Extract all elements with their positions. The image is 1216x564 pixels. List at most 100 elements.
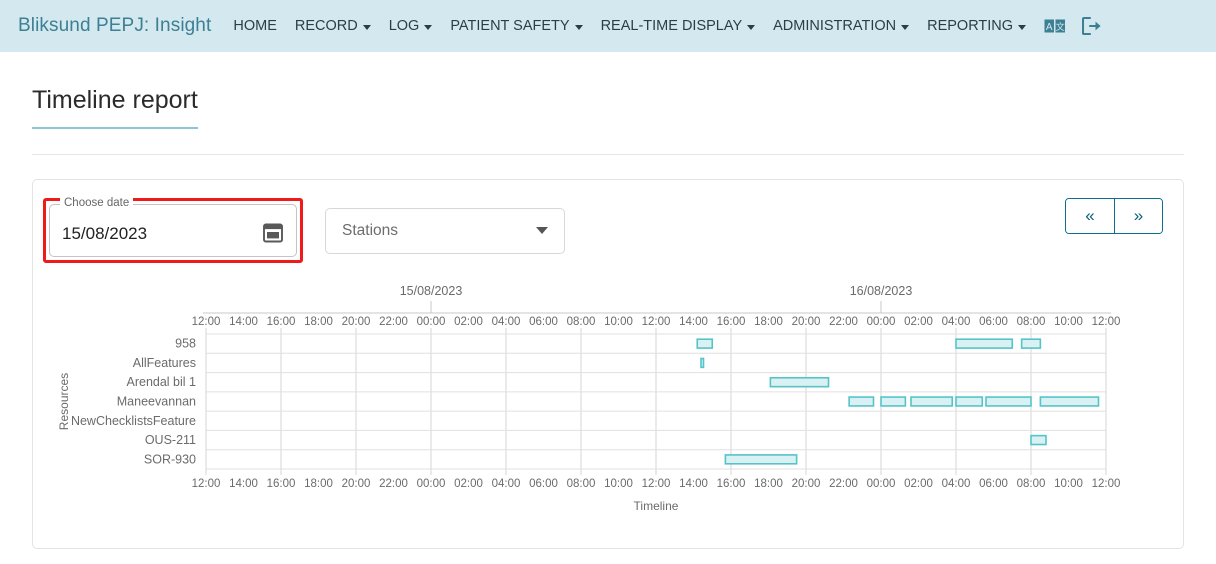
nav-item-record[interactable]: RECORD bbox=[295, 18, 371, 34]
timeline-nav-buttons: « » bbox=[1065, 198, 1163, 234]
timeline-bar[interactable] bbox=[955, 338, 1014, 349]
x-tick-label-bottom: 18:00 bbox=[304, 478, 333, 490]
x-tick-label-top: 00:00 bbox=[867, 316, 896, 328]
top-navbar: Bliksund PEPJ: Insight HOME RECORD LOG P… bbox=[0, 0, 1216, 52]
nav-label: ADMINISTRATION bbox=[773, 18, 897, 34]
timeline-bar[interactable] bbox=[769, 376, 830, 388]
nav-item-home[interactable]: HOME bbox=[233, 18, 277, 34]
app-brand[interactable]: Bliksund PEPJ: Insight bbox=[18, 15, 211, 37]
chevron-down-icon bbox=[536, 227, 548, 234]
calendar-icon[interactable] bbox=[262, 221, 284, 248]
x-tick-label-top: 06:00 bbox=[529, 316, 558, 328]
resource-row-label: Arendal bil 1 bbox=[127, 375, 197, 389]
x-tick-label-top: 18:00 bbox=[754, 316, 783, 328]
x-tick-label-bottom: 20:00 bbox=[342, 478, 371, 490]
x-tick-label-top: 12:00 bbox=[1092, 316, 1121, 328]
resource-row-label: 958 bbox=[175, 337, 196, 351]
timeline-bar[interactable] bbox=[848, 396, 875, 407]
date-input-value[interactable]: 15/08/2023 bbox=[62, 218, 147, 244]
chevron-down-icon bbox=[747, 24, 756, 30]
x-tick-label-top: 12:00 bbox=[642, 316, 671, 328]
chevron-down-icon bbox=[424, 24, 433, 30]
x-tick-label-bottom: 20:00 bbox=[792, 478, 821, 490]
x-tick-label-bottom: 10:00 bbox=[1054, 478, 1083, 490]
resource-row-label: SOR-930 bbox=[144, 452, 196, 466]
stations-select-value: Stations bbox=[342, 221, 399, 239]
nav-label: PATIENT SAFETY bbox=[450, 18, 570, 34]
nav-item-reporting[interactable]: REPORTING bbox=[927, 18, 1027, 34]
timeline-bar[interactable] bbox=[724, 454, 798, 465]
chevron-down-icon bbox=[901, 24, 910, 30]
y-axis-title: Resources bbox=[57, 373, 71, 430]
nav-label: LOG bbox=[388, 18, 420, 34]
timeline-bar[interactable] bbox=[700, 357, 705, 369]
x-tick-label-bottom: 04:00 bbox=[942, 478, 971, 490]
x-tick-label-bottom: 16:00 bbox=[717, 478, 746, 490]
svg-text:A: A bbox=[1046, 22, 1053, 33]
date-picker-highlight: Choose date 15/08/2023 bbox=[43, 197, 303, 263]
x-tick-label-bottom: 22:00 bbox=[829, 478, 858, 490]
x-tick-label-top: 00:00 bbox=[417, 316, 446, 328]
nav-item-administration[interactable]: ADMINISTRATION bbox=[773, 18, 910, 34]
x-tick-label-bottom: 14:00 bbox=[679, 478, 708, 490]
stations-select[interactable]: Stations bbox=[325, 207, 565, 254]
timeline-bar[interactable] bbox=[1030, 434, 1047, 446]
controls-bar: Choose date 15/08/2023 Stations « » bbox=[33, 180, 1183, 263]
x-tick-label-top: 04:00 bbox=[942, 316, 971, 328]
x-tick-label-top: 20:00 bbox=[342, 316, 371, 328]
x-tick-label-bottom: 16:00 bbox=[267, 478, 296, 490]
timeline-bar[interactable] bbox=[880, 396, 907, 407]
next-button[interactable]: » bbox=[1114, 199, 1162, 233]
x-tick-label-top: 14:00 bbox=[229, 316, 258, 328]
x-tick-label-bottom: 08:00 bbox=[567, 478, 596, 490]
x-tick-label-top: 08:00 bbox=[567, 316, 596, 328]
timeline-chart-svg: 15/08/2023 16/08/2023 12:00 12:00 14:00 14:00… bbox=[57, 284, 1121, 513]
page-body: Timeline report Choose date 15/08/2023 S… bbox=[0, 52, 1216, 549]
page-title: Timeline report bbox=[32, 86, 198, 129]
x-tick-label-top: 10:00 bbox=[604, 316, 633, 328]
x-tick-label-top: 08:00 bbox=[1017, 316, 1046, 328]
language-icon[interactable]: A 文 bbox=[1044, 19, 1066, 34]
x-tick-label-bottom: 02:00 bbox=[454, 478, 483, 490]
x-tick-label-bottom: 12:00 bbox=[642, 478, 671, 490]
title-divider bbox=[32, 154, 1184, 155]
x-tick-label-top: 14:00 bbox=[679, 316, 708, 328]
timeline-bar[interactable] bbox=[985, 396, 1032, 407]
x-tick-label-bottom: 04:00 bbox=[492, 478, 521, 490]
x-tick-label-top: 22:00 bbox=[379, 316, 408, 328]
timeline-chart: 15/08/2023 16/08/2023 12:00 12:00 14:00 14:00… bbox=[33, 281, 1133, 541]
resource-row-label: Maneevannan bbox=[117, 395, 196, 409]
chevron-down-icon bbox=[1018, 24, 1027, 30]
nav-label: RECORD bbox=[294, 18, 358, 34]
date-header-label: 16/08/2023 bbox=[850, 284, 913, 298]
timeline-bar[interactable] bbox=[1039, 396, 1100, 407]
x-tick-label-top: 06:00 bbox=[979, 316, 1008, 328]
x-tick-label-bottom: 18:00 bbox=[754, 478, 783, 490]
x-tick-label-top: 18:00 bbox=[304, 316, 333, 328]
timeline-bar[interactable] bbox=[1020, 338, 1042, 349]
x-tick-label-top: 16:00 bbox=[267, 316, 296, 328]
x-tick-label-top: 20:00 bbox=[792, 316, 821, 328]
nav-item-real-time-display[interactable]: REAL-TIME DISPLAY bbox=[601, 18, 756, 34]
timeline-bar[interactable] bbox=[955, 396, 984, 407]
date-header-label: 15/08/2023 bbox=[400, 284, 463, 298]
x-tick-label-top: 12:00 bbox=[192, 316, 221, 328]
choose-date-field[interactable]: Choose date 15/08/2023 bbox=[49, 197, 297, 257]
x-tick-label-bottom: 12:00 bbox=[192, 478, 221, 490]
nav-label: REPORTING bbox=[927, 18, 1014, 34]
x-tick-label-top: 02:00 bbox=[904, 316, 933, 328]
x-tick-label-bottom: 14:00 bbox=[229, 478, 258, 490]
timeline-bar[interactable] bbox=[910, 396, 954, 407]
resource-row-label: AllFeatures bbox=[133, 356, 196, 370]
x-tick-label-bottom: 08:00 bbox=[1017, 478, 1046, 490]
timeline-report-card: Choose date 15/08/2023 Stations « » 15/0… bbox=[32, 179, 1184, 549]
logout-icon[interactable] bbox=[1082, 17, 1102, 35]
x-tick-label-bottom: 22:00 bbox=[379, 478, 408, 490]
previous-button[interactable]: « bbox=[1066, 199, 1114, 233]
timeline-bar[interactable] bbox=[696, 338, 714, 349]
nav-label: HOME bbox=[233, 18, 277, 34]
nav-item-log[interactable]: LOG bbox=[389, 18, 433, 34]
nav-item-patient-safety[interactable]: PATIENT SAFETY bbox=[450, 18, 583, 34]
x-tick-label-bottom: 12:00 bbox=[1092, 478, 1121, 490]
nav-label: REAL-TIME DISPLAY bbox=[600, 18, 743, 34]
